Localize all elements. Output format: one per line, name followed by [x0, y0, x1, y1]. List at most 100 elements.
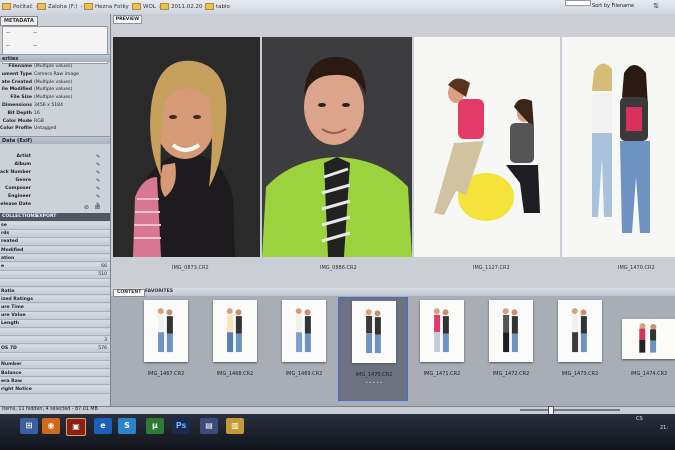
tab-preview[interactable]: PREVIEW	[113, 15, 142, 24]
status-text: items, 11 hidden, 4 selected - 87.01 MB	[2, 407, 98, 412]
section-exif[interactable]: Data (Exif)	[0, 136, 110, 144]
folder-icon	[132, 3, 141, 10]
filter-row[interactable]: Balance	[0, 369, 110, 378]
clear-icon[interactable]: ⊠	[95, 204, 100, 211]
filter-field[interactable]	[565, 0, 591, 6]
thumbnail-item[interactable]: IMG_1468.CR2	[200, 297, 270, 401]
no-entry-icon[interactable]: ⊘	[84, 204, 89, 211]
folder-icon	[2, 3, 11, 10]
filter-row[interactable]: se	[0, 222, 110, 230]
metadata-value: Untagged	[34, 126, 57, 132]
exif-row: Release Date ✎	[0, 202, 110, 209]
filter-row[interactable]	[0, 328, 110, 337]
metadata-value: (Multiple values)	[34, 79, 73, 85]
tab-metadata[interactable]: METADATA	[0, 16, 38, 26]
crumb-label: 2011.02.20	[171, 4, 203, 10]
section-file-properties[interactable]: erties	[0, 54, 110, 62]
content-tabbar	[111, 288, 675, 296]
filter-label: e	[1, 264, 5, 269]
tab-content[interactable]: CONTENT	[113, 289, 146, 297]
app-icon[interactable]: ▣	[66, 418, 86, 436]
filter-row[interactable]: reated	[0, 238, 110, 246]
thumbnail-item[interactable]: IMG_1467.CR2	[131, 297, 201, 401]
metadata-value: RGB	[34, 118, 44, 124]
sort-direction-icon[interactable]: ⇅	[652, 2, 660, 10]
metadata-key: Filename	[8, 64, 32, 69]
preview-photo-3[interactable]	[414, 37, 560, 257]
thumbnail-caption: IMG_1472.CR2	[492, 371, 530, 377]
preview-photo-1[interactable]	[113, 37, 260, 257]
filter-row[interactable]: e 66	[0, 263, 110, 271]
breadcrumb-3[interactable]: WOL›	[132, 3, 161, 10]
metadata-value: Camera Raw image	[34, 71, 79, 77]
breadcrumb-5[interactable]: tablo	[205, 3, 230, 10]
pencil-icon[interactable]: ✎	[96, 162, 100, 169]
internet-explorer-icon[interactable]: e	[94, 418, 112, 434]
firefox-icon[interactable]: ◉	[42, 418, 60, 434]
thumbnail-item[interactable]: IMG_1469.CR2	[269, 297, 339, 401]
exif-row: Engineer ✎	[0, 194, 110, 201]
filter-row[interactable]: 510	[0, 271, 110, 279]
filter-row[interactable]: Length	[0, 320, 110, 328]
rating-dots[interactable]: • • • • •	[339, 380, 409, 385]
metadata-row: Dimensions 3456 x 5184	[0, 103, 110, 109]
language-indicator[interactable]: CS	[636, 416, 643, 422]
filter-label: era Raw	[1, 378, 22, 384]
sort-by-dropdown[interactable]: Sort by Filename	[592, 3, 634, 9]
breadcrumb-0[interactable]: Počítač›	[2, 3, 38, 10]
filter-row[interactable]: ation	[0, 254, 110, 263]
exif-key: Artist	[16, 154, 31, 159]
windows-start-icon[interactable]: ⊞	[20, 418, 38, 434]
pencil-icon[interactable]: ✎	[96, 186, 100, 193]
crumb-label: Počítač	[13, 4, 33, 10]
metadata-row: Bit Depth 16	[0, 111, 110, 117]
breadcrumb-2[interactable]: Hezna Fotky›	[84, 3, 134, 10]
pencil-icon[interactable]: ✎	[96, 154, 100, 161]
thumbnail-size-slider[interactable]	[520, 409, 620, 411]
filter-row[interactable]: rds	[0, 230, 110, 238]
filter-row[interactable]: OS 7D 576	[0, 345, 110, 353]
tab-export[interactable]: EXPORT	[34, 213, 58, 221]
filter-row[interactable]: Ratio	[0, 287, 110, 296]
filter-row[interactable]: Number	[0, 361, 110, 369]
tab-favorites[interactable]: FAVORITES	[142, 289, 176, 295]
thumbnail-caption: IMG_1470.CR2	[355, 372, 393, 378]
pencil-icon[interactable]: ✎	[96, 178, 100, 185]
filter-row[interactable]: era Raw	[0, 377, 110, 386]
thumbnail-item[interactable]: IMG_1471.CR2	[407, 297, 477, 401]
folder-icon	[37, 3, 46, 10]
preview-photo-4[interactable]	[562, 37, 675, 257]
thumbnail-item[interactable]: IMG_1473.CR2	[545, 297, 615, 401]
pencil-icon[interactable]: ✎	[96, 194, 100, 201]
filter-label: ure Value	[1, 313, 26, 319]
clock[interactable]: 21:	[660, 425, 668, 431]
window-icon[interactable]: ▤	[200, 418, 218, 434]
portrait-illustration	[113, 37, 260, 257]
filter-row[interactable]: Modified	[0, 246, 110, 255]
filter-row[interactable]: ure Time	[0, 304, 110, 312]
skype-icon[interactable]: S	[118, 418, 136, 434]
filter-row[interactable]: 3	[0, 336, 110, 345]
left-panel: METADATA -- -- -- -- erties Filename (Mul…	[0, 14, 111, 410]
photoshop-icon[interactable]: Ps	[172, 418, 190, 434]
filter-row[interactable]	[0, 353, 110, 361]
preview-photo-2[interactable]	[262, 37, 412, 257]
filter-row[interactable]: ized Ratings	[0, 295, 110, 304]
breadcrumb-4[interactable]: 2011.02.20›	[160, 3, 208, 10]
thumbnail-item[interactable]: IMG_1472.CR2	[476, 297, 546, 401]
thumbnail-item[interactable]: IMG_1474.CR2	[614, 297, 675, 401]
thumbnail-image	[282, 300, 326, 362]
bridge-icon[interactable]: ▥	[226, 418, 244, 434]
metadata-row: File Size (Multiple values)	[0, 95, 110, 101]
crumb-label: Zaloha (F:)	[48, 4, 78, 10]
pencil-icon[interactable]: ✎	[96, 170, 100, 177]
filter-row[interactable]	[0, 279, 110, 287]
exif-key: Release Date	[0, 202, 31, 207]
filter-row[interactable]: right Notice	[0, 386, 110, 394]
filter-row[interactable]: ure Value	[0, 312, 110, 320]
thumbnail-item[interactable]: IMG_1470.CR2 • • • • •	[338, 297, 408, 401]
utorrent-icon[interactable]: µ	[146, 418, 164, 434]
metadata-key: File Size	[10, 95, 32, 101]
exif-row: Album ✎	[0, 162, 110, 169]
breadcrumb-1[interactable]: Zaloha (F:) ›	[37, 3, 83, 10]
